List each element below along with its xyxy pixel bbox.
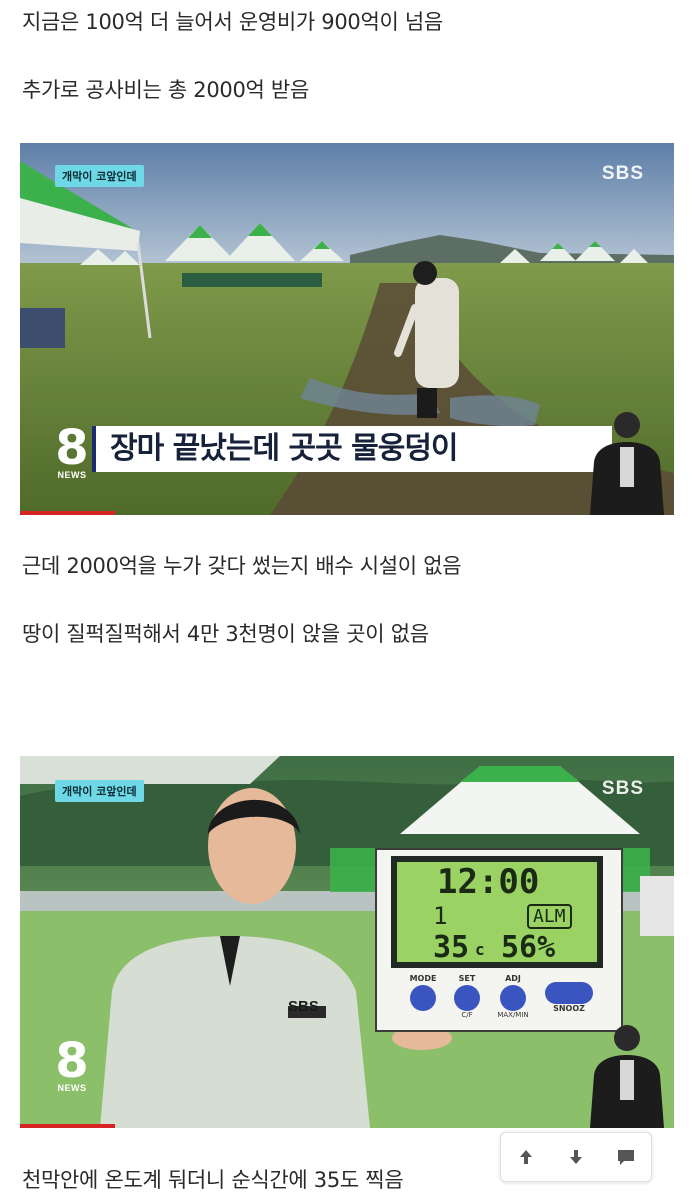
arrow-down-icon: [570, 1150, 582, 1164]
thermometer-temp-unit: c: [475, 940, 485, 959]
news8-logo: 8 NEWS: [50, 1033, 94, 1093]
thermometer-temperature: 35: [433, 930, 470, 965]
paragraph-3: 근데 2000억을 누가 갖다 썼는지 배수 시설이 없음: [22, 554, 462, 578]
jacket-logo: SBS: [288, 998, 319, 1015]
thermometer-device: 12:00 1 ALM 35 c 56% MODE SET C/F ADJ MA…: [375, 848, 623, 1032]
comment-button[interactable]: [606, 1137, 646, 1177]
news-caption: 장마 끝났는데 곳곳 물웅덩이: [92, 426, 612, 472]
sbs-logo: SBS: [601, 163, 644, 184]
cf-label: C/F: [461, 1011, 473, 1019]
thermometer-humidity: 56%: [501, 930, 556, 965]
news8-logo: 8 NEWS: [50, 420, 94, 480]
sbs-logo: SBS: [601, 778, 644, 799]
floating-nav: [500, 1132, 652, 1182]
video-frame-2[interactable]: 12:00 1 ALM 35 c 56% MODE SET C/F ADJ MA…: [20, 756, 674, 1128]
set-label: SET: [458, 974, 476, 983]
thermometer-day: 1: [433, 902, 448, 930]
scroll-up-button[interactable]: [506, 1137, 546, 1177]
paragraph-1: 지금은 100억 더 늘어서 운영비가 900억이 넘음: [22, 10, 443, 34]
scroll-down-button[interactable]: [556, 1137, 596, 1177]
thermometer-screen: 12:00 1 ALM 35 c 56%: [391, 856, 603, 968]
video-progress-bar: [20, 1124, 115, 1128]
sign-language-interpreter: [590, 1025, 664, 1128]
adj-button: [500, 985, 526, 1011]
paragraph-4: 땅이 질퍽질퍽해서 4만 3천명이 앉을 곳이 없음: [22, 622, 429, 646]
maxmin-label: MAX/MIN: [497, 1011, 529, 1019]
video-frame-1[interactable]: 개막이 코앞인데 SBS 8 NEWS 장마 끝났는데 곳곳 물웅덩이: [20, 143, 674, 515]
set-button: [454, 985, 480, 1011]
video-badge: 개막이 코앞인데: [55, 165, 144, 187]
comment-icon: [618, 1150, 634, 1165]
video-progress-bar: [20, 511, 115, 515]
news8-number: 8: [55, 1033, 89, 1089]
news8-number: 8: [55, 420, 89, 476]
paragraph-2: 추가로 공사비는 총 2000억 받음: [22, 78, 309, 102]
thermometer-alarm: ALM: [527, 904, 572, 929]
snooze-button: [545, 982, 593, 1004]
mode-button: [410, 985, 436, 1011]
adj-label: ADJ: [505, 974, 521, 983]
snooze-label: SNOOZ: [553, 1004, 585, 1013]
thermometer-time: 12:00: [437, 862, 540, 902]
mode-label: MODE: [409, 974, 437, 983]
paragraph-5: 천막안에 온도계 둬더니 순식간에 35도 찍음: [22, 1168, 404, 1192]
arrow-up-icon: [520, 1150, 532, 1164]
video-badge: 개막이 코앞인데: [55, 780, 144, 802]
sign-language-interpreter: [590, 412, 664, 515]
